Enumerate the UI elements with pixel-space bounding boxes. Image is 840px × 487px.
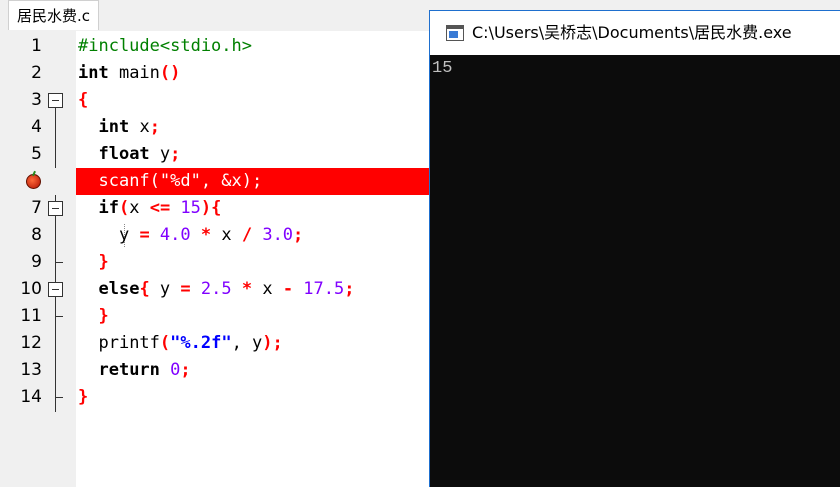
operator: <=	[149, 198, 171, 218]
code-text: y	[149, 144, 171, 164]
console-output-area[interactable]: 15	[430, 55, 840, 487]
fold-end-marker	[55, 303, 63, 317]
keyword: int	[98, 117, 130, 137]
code-text: x	[252, 279, 283, 299]
bracket: (	[159, 333, 171, 353]
operator: *	[190, 225, 212, 245]
operator: /	[241, 225, 253, 245]
number: 3.0	[252, 225, 294, 245]
code-text: y	[149, 279, 181, 299]
operator: ;	[170, 144, 181, 164]
keyword: if	[98, 198, 119, 218]
code-line-14[interactable]: 14 }	[8, 384, 430, 411]
code-line-4[interactable]: 4 int x;	[8, 114, 430, 141]
fold-end-marker	[55, 384, 63, 398]
bracket: }	[98, 306, 109, 326]
line-number: 10	[20, 279, 42, 299]
string-literal: "%.2f"	[170, 333, 232, 353]
console-title-bar[interactable]: C:\Users\吴桥志\Documents\居民水费.exe	[430, 11, 840, 55]
operator: ;	[180, 360, 191, 380]
operator: =	[180, 279, 191, 299]
console-window[interactable]: C:\Users\吴桥志\Documents\居民水费.exe 15	[429, 10, 840, 487]
code-text: x	[129, 117, 150, 137]
bracket: ){	[200, 198, 222, 218]
line-number: 1	[31, 36, 42, 56]
line-number: 14	[20, 387, 42, 407]
line-number: 3	[31, 90, 42, 110]
fold-collapse-icon[interactable]	[48, 93, 63, 108]
bracket: ()	[159, 63, 181, 83]
keyword: else	[98, 279, 140, 299]
operator: ;	[293, 225, 304, 245]
operator: ;	[344, 279, 355, 299]
fold-collapse-icon[interactable]	[48, 282, 63, 297]
breakpoint-icon[interactable]	[26, 174, 41, 189]
line-number: 13	[20, 360, 42, 380]
keyword: float	[98, 144, 150, 164]
line-number: 9	[31, 252, 42, 272]
file-tab[interactable]: 居民水费.c	[8, 0, 100, 30]
code-text: printf	[98, 333, 160, 353]
number: 15	[170, 198, 201, 218]
operator: -	[282, 279, 294, 299]
code-text: #include<stdio.h>	[78, 36, 252, 56]
console-app-icon	[446, 25, 464, 41]
code-line-5[interactable]: 5 float y;	[8, 141, 430, 168]
operator: ;	[149, 117, 160, 137]
code-text: y	[118, 225, 140, 245]
keyword: return	[98, 360, 160, 380]
keyword: int	[78, 63, 109, 83]
code-line-12[interactable]: 12 printf("%.2f", y);	[8, 330, 430, 357]
line-number: 11	[20, 306, 42, 326]
number: 4.0	[149, 225, 191, 245]
bracket: {	[139, 279, 150, 299]
code-line-13[interactable]: 13 return 0;	[8, 357, 430, 384]
line-number: 7	[31, 198, 42, 218]
line-number: 2	[31, 63, 42, 83]
bracket: );	[262, 333, 283, 353]
number: 2.5	[190, 279, 232, 299]
fold-end-marker	[55, 249, 63, 263]
code-text: , y	[231, 333, 263, 353]
code-line-6-breakpoint[interactable]: scanf("%d", &x);	[8, 168, 430, 195]
operator: *	[231, 279, 253, 299]
bracket: {	[78, 90, 89, 110]
code-text: x	[211, 225, 242, 245]
line-number: 5	[31, 144, 42, 164]
code-line-7[interactable]: 7 if(x <= 15){	[8, 195, 430, 222]
bracket: (	[118, 198, 130, 218]
line-number: 12	[20, 333, 42, 353]
code-editor: 居民水费.c 1 #include<stdio.h> 2 int main() …	[0, 0, 430, 487]
operator: =	[139, 225, 150, 245]
code-line-3[interactable]: 3 {	[8, 87, 430, 114]
code-area[interactable]: 1 #include<stdio.h> 2 int main() 3 { 4 i…	[8, 31, 430, 487]
code-text: x	[129, 198, 150, 218]
bracket: }	[98, 252, 109, 272]
code-line-2[interactable]: 2 int main()	[8, 60, 430, 87]
console-output-text: 15	[432, 59, 453, 78]
code-line-1[interactable]: 1 #include<stdio.h>	[8, 33, 430, 60]
console-title: C:\Users\吴桥志\Documents\居民水费.exe	[472, 23, 792, 42]
code-line-10[interactable]: 10 else{ y = 2.5 * x - 17.5;	[8, 276, 430, 303]
code-line-11[interactable]: 11 }	[8, 303, 430, 330]
code-text: scanf("%d", &x);	[98, 171, 263, 191]
code-text: main	[108, 63, 160, 83]
line-number: 8	[31, 225, 42, 245]
number: 0	[159, 360, 181, 380]
code-line-9[interactable]: 9 }	[8, 249, 430, 276]
code-line-8[interactable]: 8 y = 4.0 * x / 3.0;	[8, 222, 430, 249]
number: 17.5	[293, 279, 345, 299]
bracket: }	[78, 387, 89, 407]
fold-collapse-icon[interactable]	[48, 201, 63, 216]
line-number: 4	[31, 117, 42, 137]
